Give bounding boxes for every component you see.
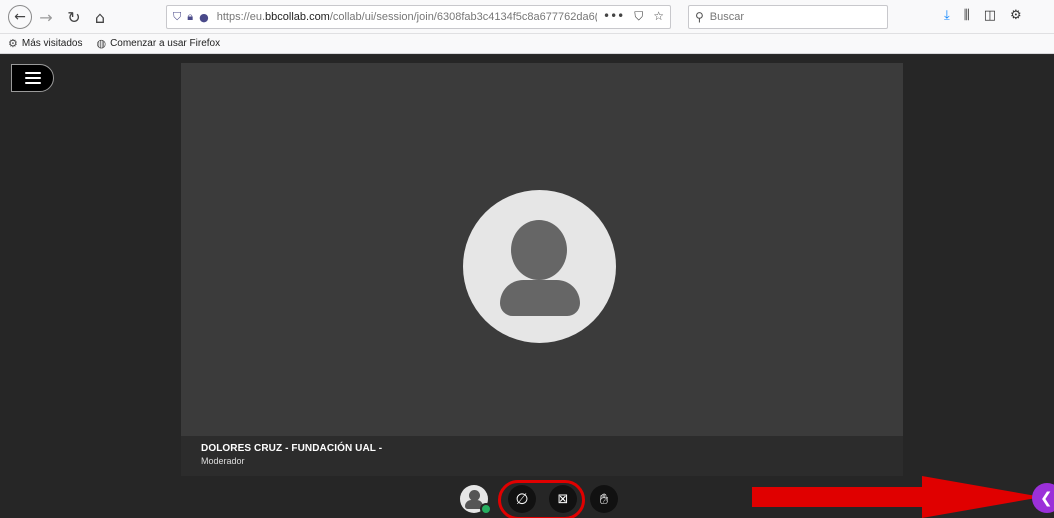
raise-hand-button[interactable]: ✋︎ [590,485,618,513]
download-icon[interactable]: ⤓ [944,8,950,23]
session-menu-button[interactable] [11,64,54,92]
lock-icon[interactable]: 🔒︎ [187,10,193,24]
globe-icon: ◍ [96,37,107,50]
chevron-left-icon: ❮ [1040,489,1053,507]
library-icon[interactable]: ⫼ [964,8,970,23]
collab-session-page: DOLORES CRUZ - FUNDACIÓN UAL - Moderador… [0,55,1054,518]
page-actions-icon[interactable]: ••• [603,9,624,24]
forward-icon[interactable]: → [36,5,56,29]
url-path: /collab/ui/session/join/6308fab3c4134f5c… [329,11,597,23]
url-prefix: https://eu. [216,11,266,23]
search-icon: ⚲ [695,10,704,24]
bookmark-label: Comenzar a usar Firefox [110,38,221,49]
reload-icon[interactable]: ↻ [64,5,84,29]
pocket-icon[interactable]: ⛉ [634,9,643,24]
bookmark-star-icon[interactable]: ☆ [653,9,664,24]
bookmark-getting-started[interactable]: ◍ Comenzar a usar Firefox [96,37,220,50]
back-icon[interactable]: ← [8,5,32,29]
url-domain: bbcollab.com [265,11,330,23]
sidebar-icon[interactable]: ◫ [984,8,996,23]
annotation-arrow [752,476,1042,518]
microphone-permission-icon[interactable]: ● [199,11,209,24]
status-check-icon [480,503,492,515]
gear-icon: ⚙ [8,37,18,50]
annotation-highlight-circle [498,480,585,518]
search-placeholder: Buscar [709,11,745,23]
avatar [463,190,616,343]
avatar-body [500,280,580,316]
home-icon[interactable]: ⌂ [90,5,110,29]
address-bar[interactable]: ⛉ 🔒︎ ● https://eu.bbcollab.com/collab/ui… [166,5,671,29]
browser-toolbar: ← → ↻ ⌂ ⛉ 🔒︎ ● https://eu.bbcollab.com/c… [0,0,1054,34]
participant-role: Moderador [201,456,245,466]
search-bar[interactable]: ⚲ Buscar [688,5,888,29]
participant-video-tile: DOLORES CRUZ - FUNDACIÓN UAL - Moderador [181,63,903,476]
url-text[interactable]: https://eu.bbcollab.com/collab/ui/sessio… [217,11,597,23]
my-status-button[interactable] [460,485,492,515]
bookmarks-toolbar: ⚙ Más visitados ◍ Comenzar a usar Firefo… [0,34,1054,54]
shield-icon[interactable]: ⛉ [173,10,181,24]
bookmark-label: Más visitados [21,38,83,49]
bookmark-most-visited[interactable]: ⚙ Más visitados [8,37,82,50]
avatar-head [511,220,567,280]
participant-name-bar: DOLORES CRUZ - FUNDACIÓN UAL - Moderador [181,436,903,476]
hamburger-icon [24,72,41,84]
participant-name: DOLORES CRUZ - FUNDACIÓN UAL - [201,443,383,454]
hand-icon: ✋︎ [599,490,609,508]
media-controls: ∅ ⊠ ✋︎ [460,480,630,518]
open-collaborate-panel-button[interactable]: ❮ [1032,483,1054,513]
extension-icon[interactable]: ⚙ [1010,8,1022,23]
